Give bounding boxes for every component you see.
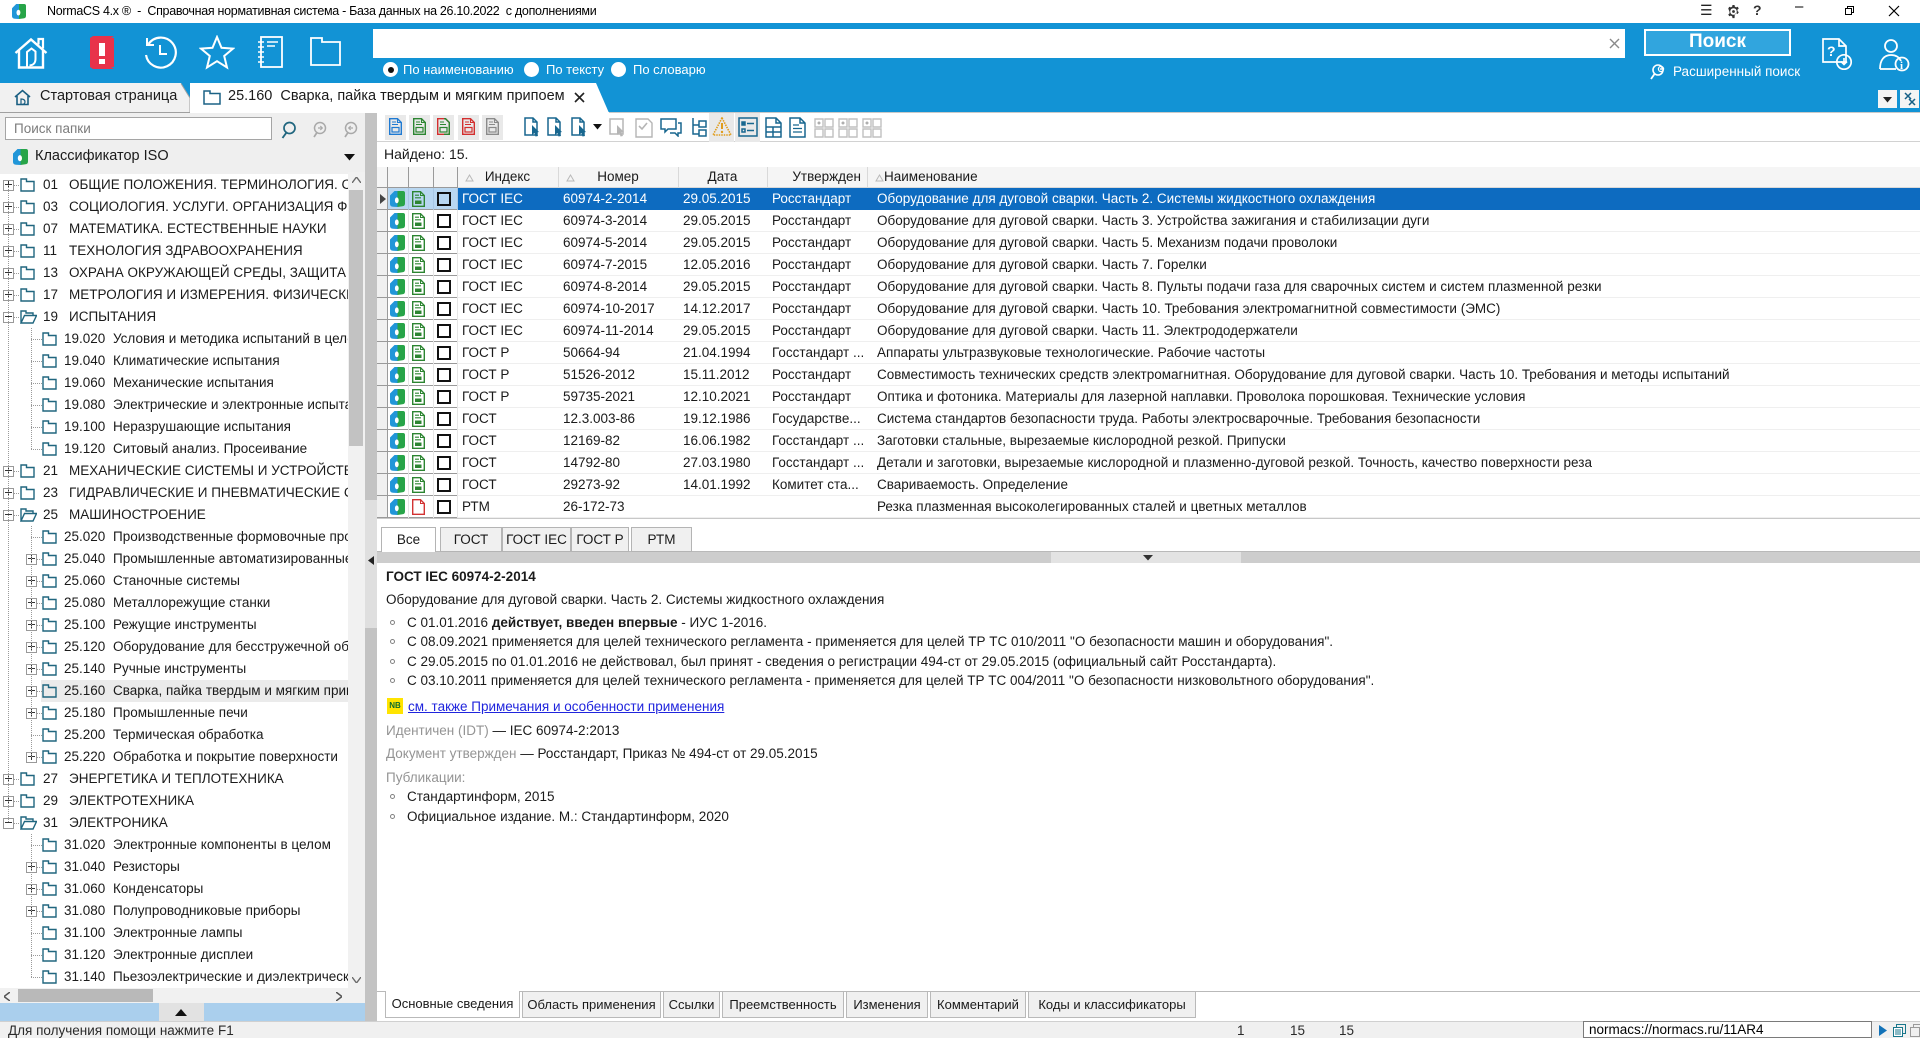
svg-text:?: ? (1827, 43, 1836, 59)
svg-text:i: i (1900, 60, 1903, 72)
